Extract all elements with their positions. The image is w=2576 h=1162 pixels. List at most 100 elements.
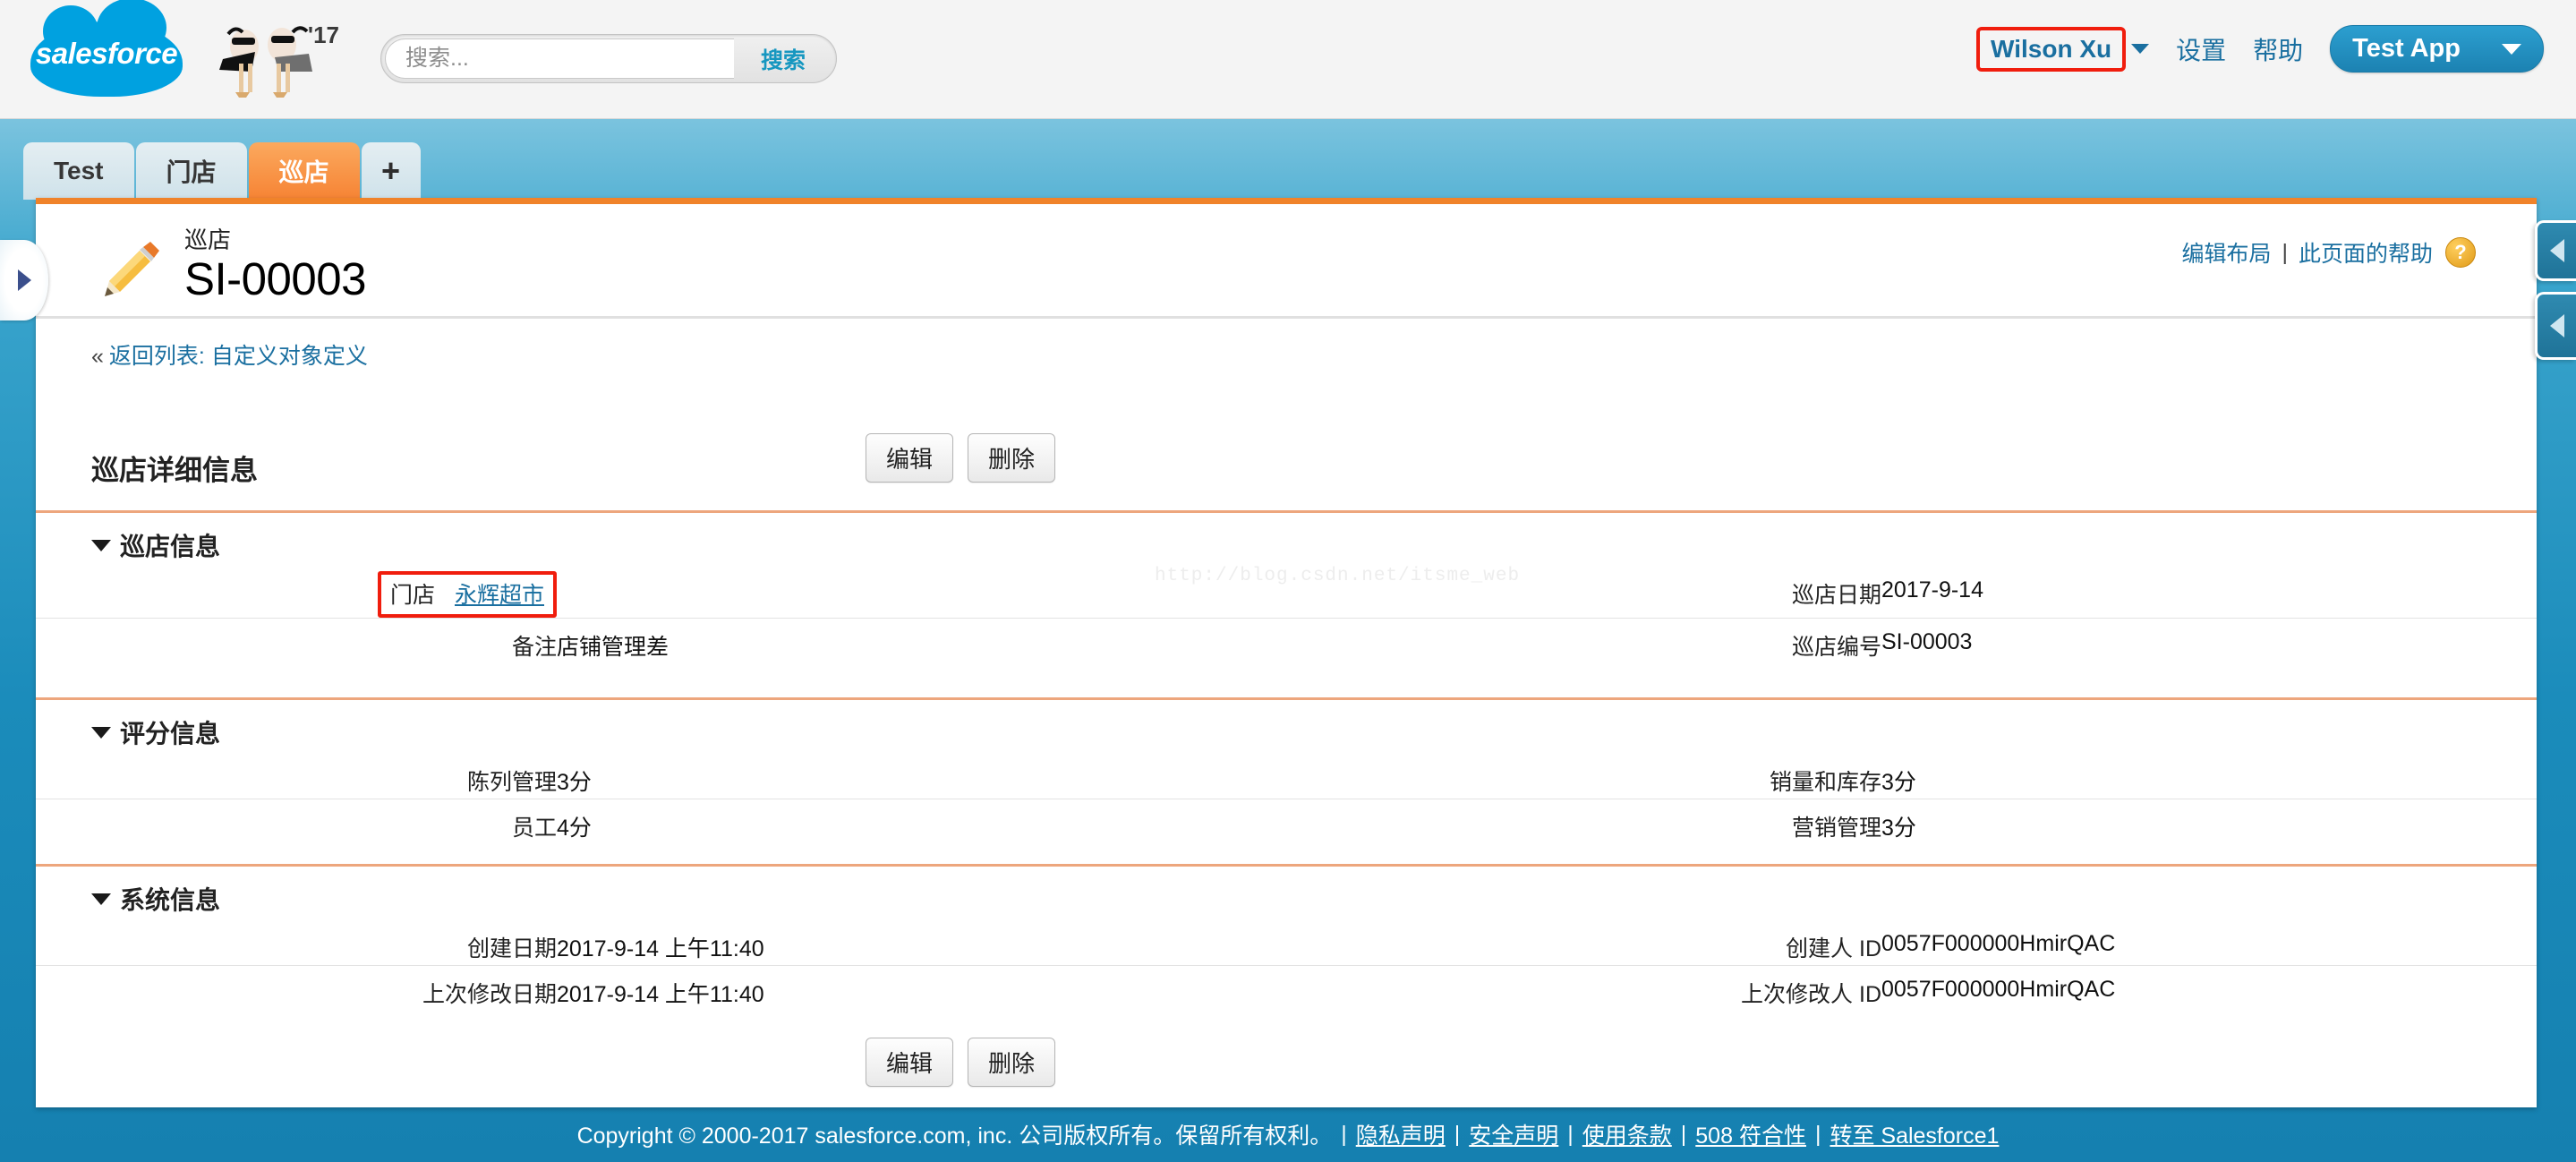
- field-label: 员工: [511, 816, 557, 841]
- chevron-down-icon[interactable]: [2131, 44, 2150, 54]
- footer-separator: |: [1680, 1121, 1687, 1147]
- object-label: 巡店: [184, 226, 232, 253]
- search-input[interactable]: [385, 38, 734, 79]
- detail-title: 巡店详细信息: [91, 454, 258, 486]
- global-search: 搜索: [380, 34, 837, 83]
- field-cell: 门店 永辉超市: [91, 567, 557, 618]
- field-value: 店铺管理差: [557, 635, 670, 660]
- field-value: 3分: [1881, 816, 1916, 841]
- user-menu[interactable]: Wilson Xu: [1976, 26, 2127, 72]
- field-label: 门店: [389, 583, 435, 608]
- table-row: 员工 4分 营销管理 3分: [91, 799, 2481, 844]
- field-value: 3分: [1881, 770, 1916, 795]
- field-value: 4分: [557, 816, 592, 841]
- help-link[interactable]: 帮助: [2253, 31, 2303, 67]
- footer-separator: |: [1341, 1121, 1347, 1147]
- mascot-birds-icon: '17: [192, 16, 339, 106]
- layout-links: 编辑布局 | 此页面的帮助 ?: [2181, 236, 2476, 269]
- edit-button[interactable]: 编辑: [866, 1038, 954, 1087]
- chevron-down-icon: [91, 726, 111, 739]
- chevron-left-icon: [2549, 239, 2564, 262]
- field-label: 创建人 ID: [1786, 936, 1881, 961]
- field-table-visit-info: 门店 永辉超市 巡店日期 2017-9-14 备注 店铺管理差 巡店编号 SI-0…: [36, 567, 2537, 663]
- footer-separator: |: [1567, 1121, 1574, 1147]
- copyright-text: Copyright © 2000-2017 salesforce.com, in…: [576, 1124, 1333, 1149]
- search-button[interactable]: 搜索: [734, 38, 832, 79]
- field-table-system-info: 创建日期 2017-9-14 上午11:40 创建人 ID 0057F00000…: [36, 920, 2537, 1011]
- link-separator: |: [2282, 239, 2288, 265]
- pencil-icon: [98, 236, 165, 301]
- back-to-list-link[interactable]: 自定义对象定义: [211, 344, 368, 369]
- global-header: salesforce '17 搜索 Wilson: [0, 0, 2576, 119]
- section-title: 系统信息: [120, 886, 221, 914]
- privacy-link[interactable]: 隐私声明: [1356, 1118, 1446, 1150]
- mascot-year-label: '17: [307, 21, 339, 48]
- salesforce-logo[interactable]: salesforce: [30, 0, 183, 102]
- page-help-link[interactable]: 此页面的帮助: [2299, 236, 2433, 269]
- record-header: 巡店 SI-00003 编辑布局 | 此页面的帮助 ?: [91, 204, 2481, 316]
- add-tab-button[interactable]: +: [361, 142, 421, 200]
- sidebar-collapse-tab-bottom[interactable]: [2535, 292, 2576, 360]
- help-icon[interactable]: ?: [2445, 237, 2476, 268]
- field-label: 巡店编号: [1791, 635, 1881, 660]
- terms-link[interactable]: 使用条款: [1582, 1118, 1672, 1150]
- table-row: 备注 店铺管理差 巡店编号 SI-00003: [91, 619, 2481, 663]
- field-value: 2017-9-14 上午11:40: [557, 936, 764, 961]
- chevron-left-icon: [2549, 314, 2564, 337]
- chevron-down-icon: [91, 893, 111, 905]
- tab-test[interactable]: Test: [23, 142, 134, 200]
- app-switcher-button[interactable]: Test App: [2330, 25, 2544, 73]
- field-label: 营销管理: [1791, 816, 1881, 841]
- primary-tab-bar: Test 门店 巡店 +: [0, 119, 2576, 200]
- detail-section-header: 巡店详细信息 编辑 删除: [91, 430, 2481, 505]
- section-header-rating-info[interactable]: 评分信息: [91, 700, 2481, 754]
- store-link[interactable]: 永辉超市: [455, 583, 544, 608]
- salesforce-wordmark: salesforce: [35, 37, 178, 70]
- sidebar-expand-tab-left[interactable]: [0, 240, 48, 320]
- table-row: 创建日期 2017-9-14 上午11:40 创建人 ID 0057F00000…: [91, 920, 2481, 965]
- user-name-label: Wilson Xu: [1991, 34, 2112, 63]
- field-label: 上次修改人 ID: [1741, 982, 1881, 1007]
- page-title: SI-00003: [184, 252, 367, 304]
- header-right-nav: Wilson Xu 设置 帮助 Test App: [1976, 25, 2544, 73]
- setup-link[interactable]: 设置: [2176, 31, 2226, 67]
- field-label: 销量和库存: [1769, 770, 1881, 795]
- app-switcher-label: Test App: [2352, 34, 2461, 63]
- store-field-highlight: 门店 永辉超市: [377, 571, 557, 618]
- chevron-down-icon: [2502, 43, 2521, 55]
- table-row: 陈列管理 3分 销量和库存 3分: [91, 754, 2481, 799]
- go-to-salesforce1-link[interactable]: 转至 Salesforce1: [1830, 1118, 1999, 1150]
- detail-action-buttons-bottom: 编辑 删除: [866, 1038, 2481, 1087]
- table-row: 门店 永辉超市 巡店日期 2017-9-14: [91, 567, 2481, 618]
- section-508-link[interactable]: 508 符合性: [1695, 1118, 1806, 1150]
- field-value: 0057F000000HmirQAC: [1881, 977, 2116, 1002]
- section-header-system-info[interactable]: 系统信息: [91, 867, 2481, 920]
- field-value: 2017-9-14 上午11:40: [557, 982, 764, 1007]
- field-value-spacer: [557, 567, 1344, 618]
- back-prefix-label: 返回列表:: [108, 344, 205, 369]
- field-label: 创建日期: [466, 936, 557, 961]
- security-link[interactable]: 安全声明: [1469, 1118, 1558, 1150]
- delete-button[interactable]: 删除: [968, 433, 1056, 483]
- edit-layout-link[interactable]: 编辑布局: [2181, 236, 2271, 269]
- field-label: 备注: [511, 635, 557, 660]
- sidebar-collapse-tab-top[interactable]: [2535, 220, 2576, 281]
- field-value: 2017-9-14: [1881, 577, 1983, 602]
- record-detail-page: 巡店 SI-00003 编辑布局 | 此页面的帮助 ? «返回列表: 自定义对象…: [36, 198, 2537, 1107]
- chevron-down-icon: [91, 539, 111, 551]
- section-header-visit-info[interactable]: 巡店信息: [91, 513, 2481, 567]
- tab-stores[interactable]: 门店: [135, 142, 247, 200]
- field-value: 0057F000000HmirQAC: [1881, 931, 2116, 956]
- delete-button[interactable]: 删除: [968, 1038, 1056, 1087]
- edit-button[interactable]: 编辑: [866, 433, 954, 483]
- page-footer: Copyright © 2000-2017 salesforce.com, in…: [0, 1106, 2576, 1162]
- back-chevron-icon: «: [91, 344, 104, 369]
- field-label: 陈列管理: [466, 770, 557, 795]
- field-label: 上次修改日期: [422, 982, 557, 1007]
- footer-separator: |: [1454, 1121, 1461, 1147]
- detail-action-buttons-top: 编辑 删除: [866, 433, 1056, 483]
- footer-separator: |: [1814, 1121, 1821, 1147]
- tab-store-visits[interactable]: 巡店: [248, 142, 360, 200]
- field-table-rating-info: 陈列管理 3分 销量和库存 3分 员工 4分 营销管理 3分: [36, 754, 2537, 844]
- section-title: 巡店信息: [120, 533, 221, 560]
